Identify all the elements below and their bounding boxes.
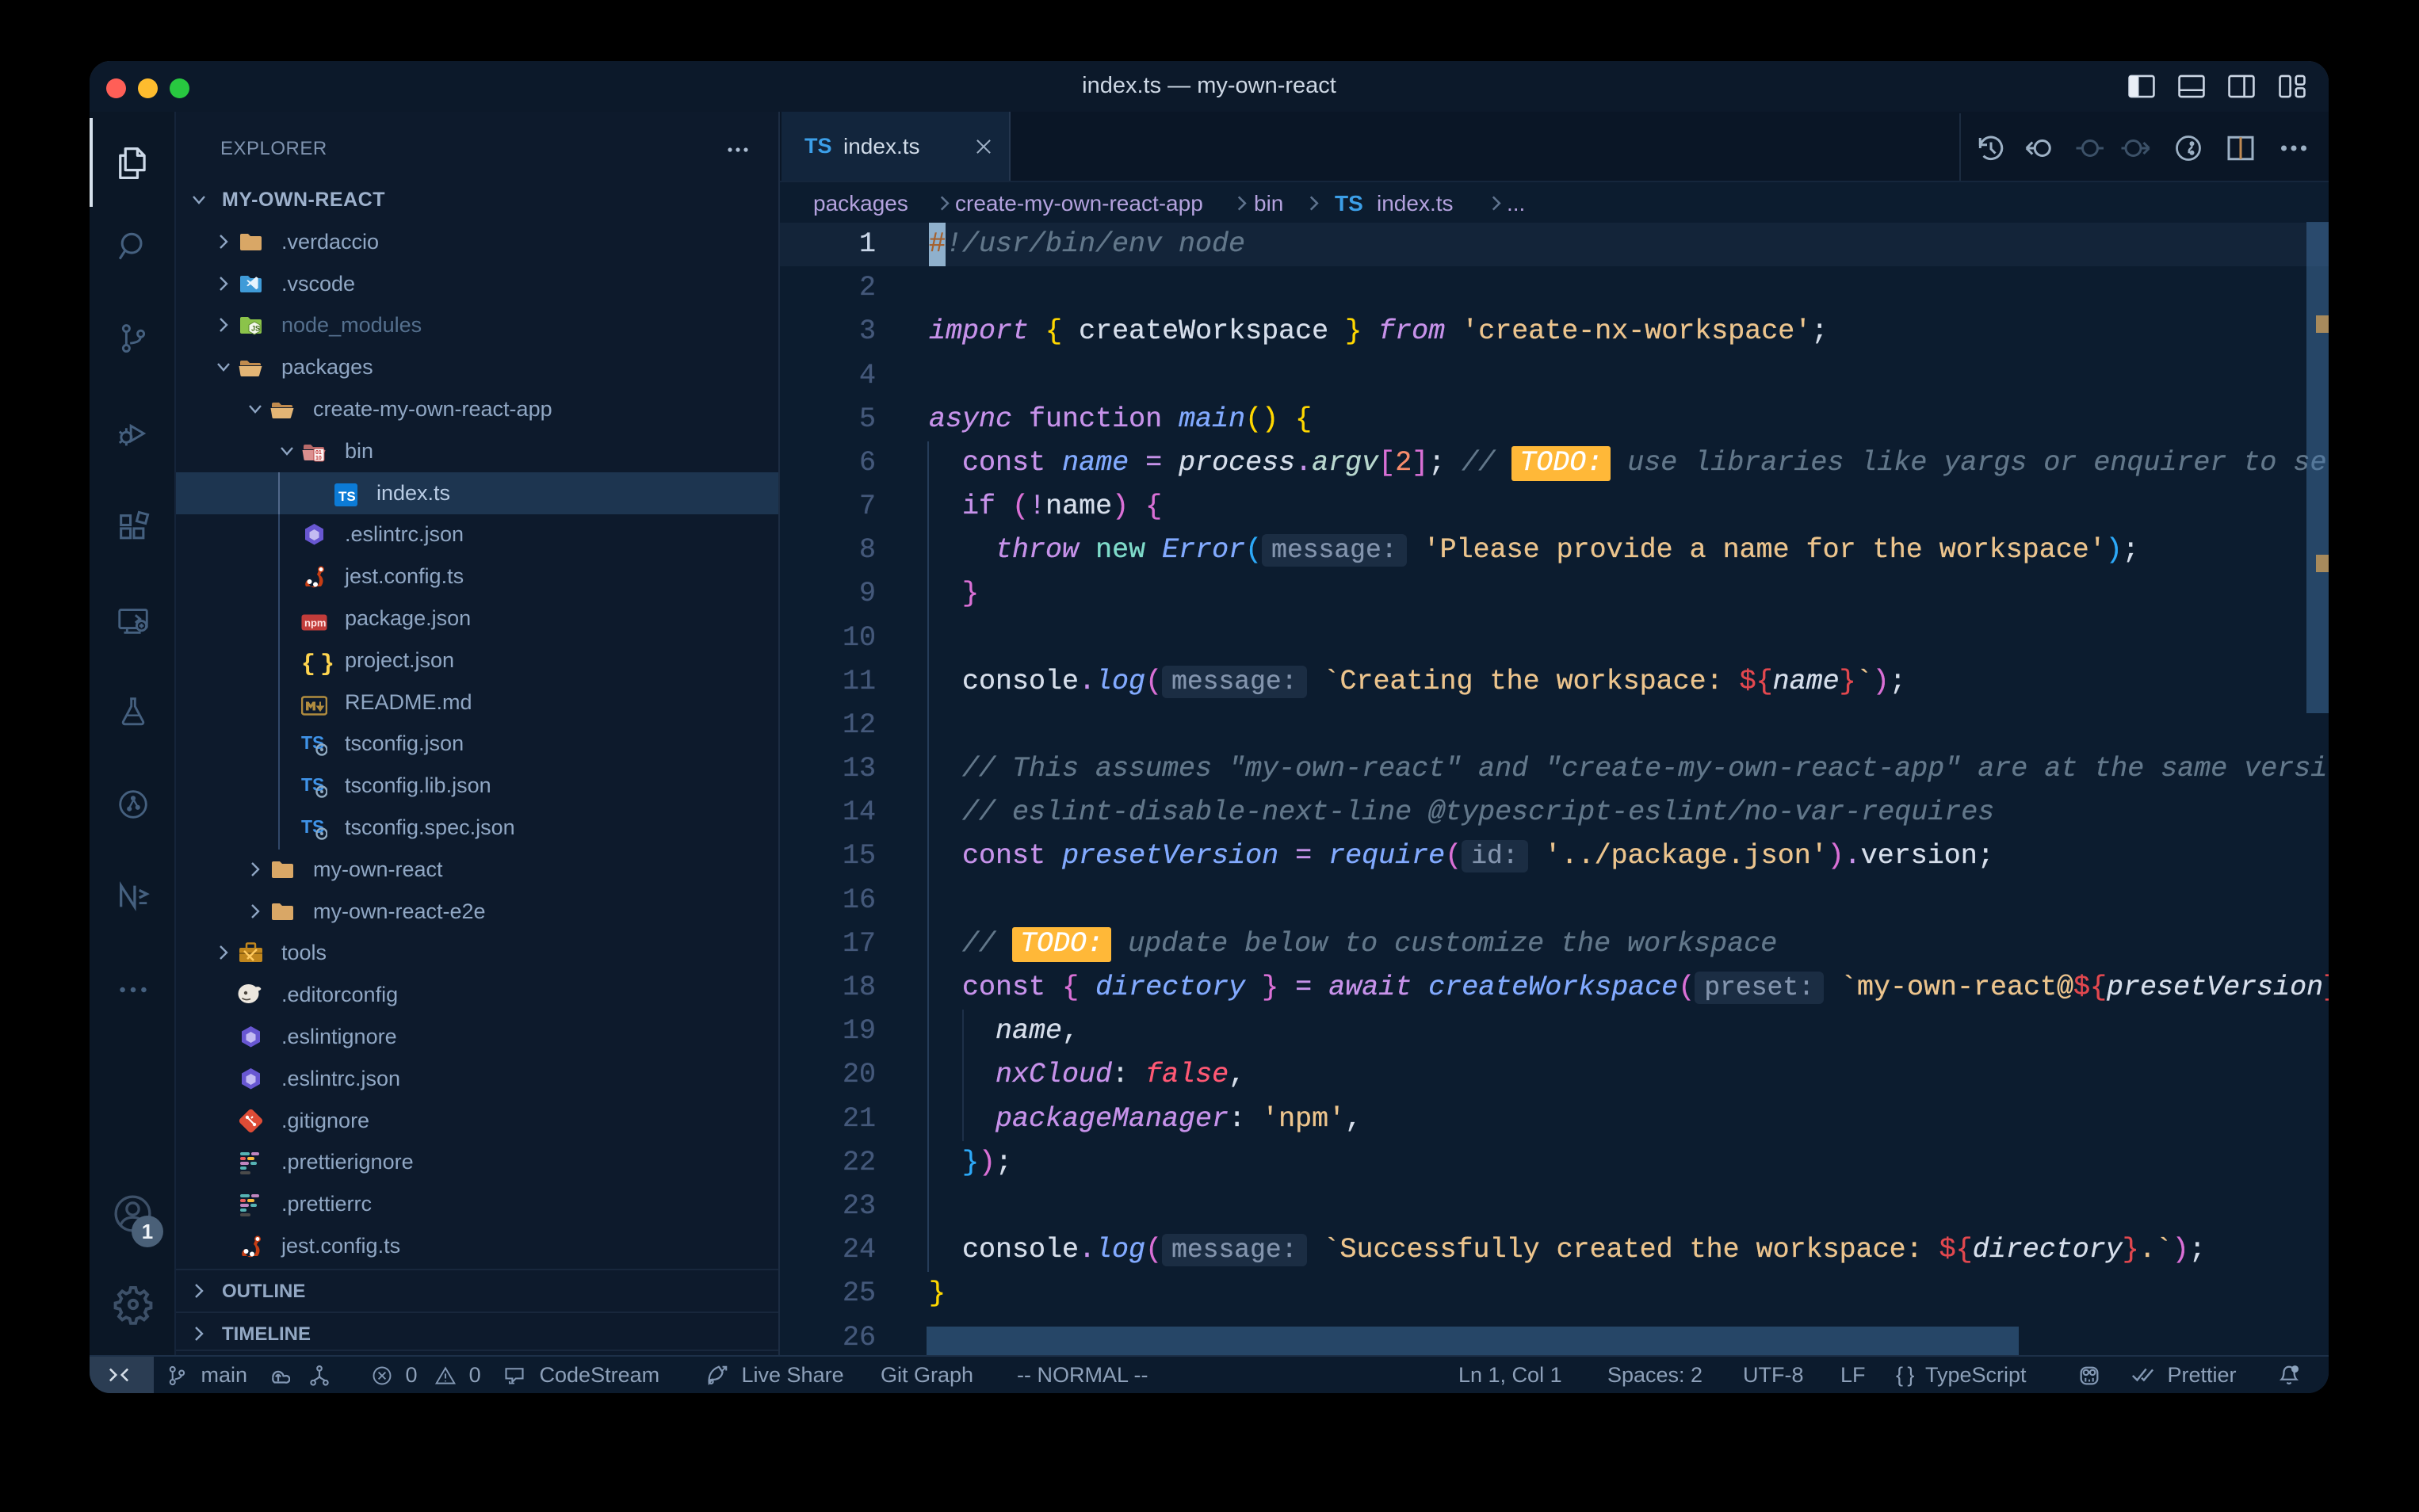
- svg-text:TS: TS: [338, 489, 356, 504]
- svg-text:npm: npm: [304, 617, 326, 629]
- svg-text:01: 01: [315, 450, 322, 456]
- svg-text:10: 10: [315, 456, 322, 461]
- svg-text:JS: JS: [251, 325, 260, 333]
